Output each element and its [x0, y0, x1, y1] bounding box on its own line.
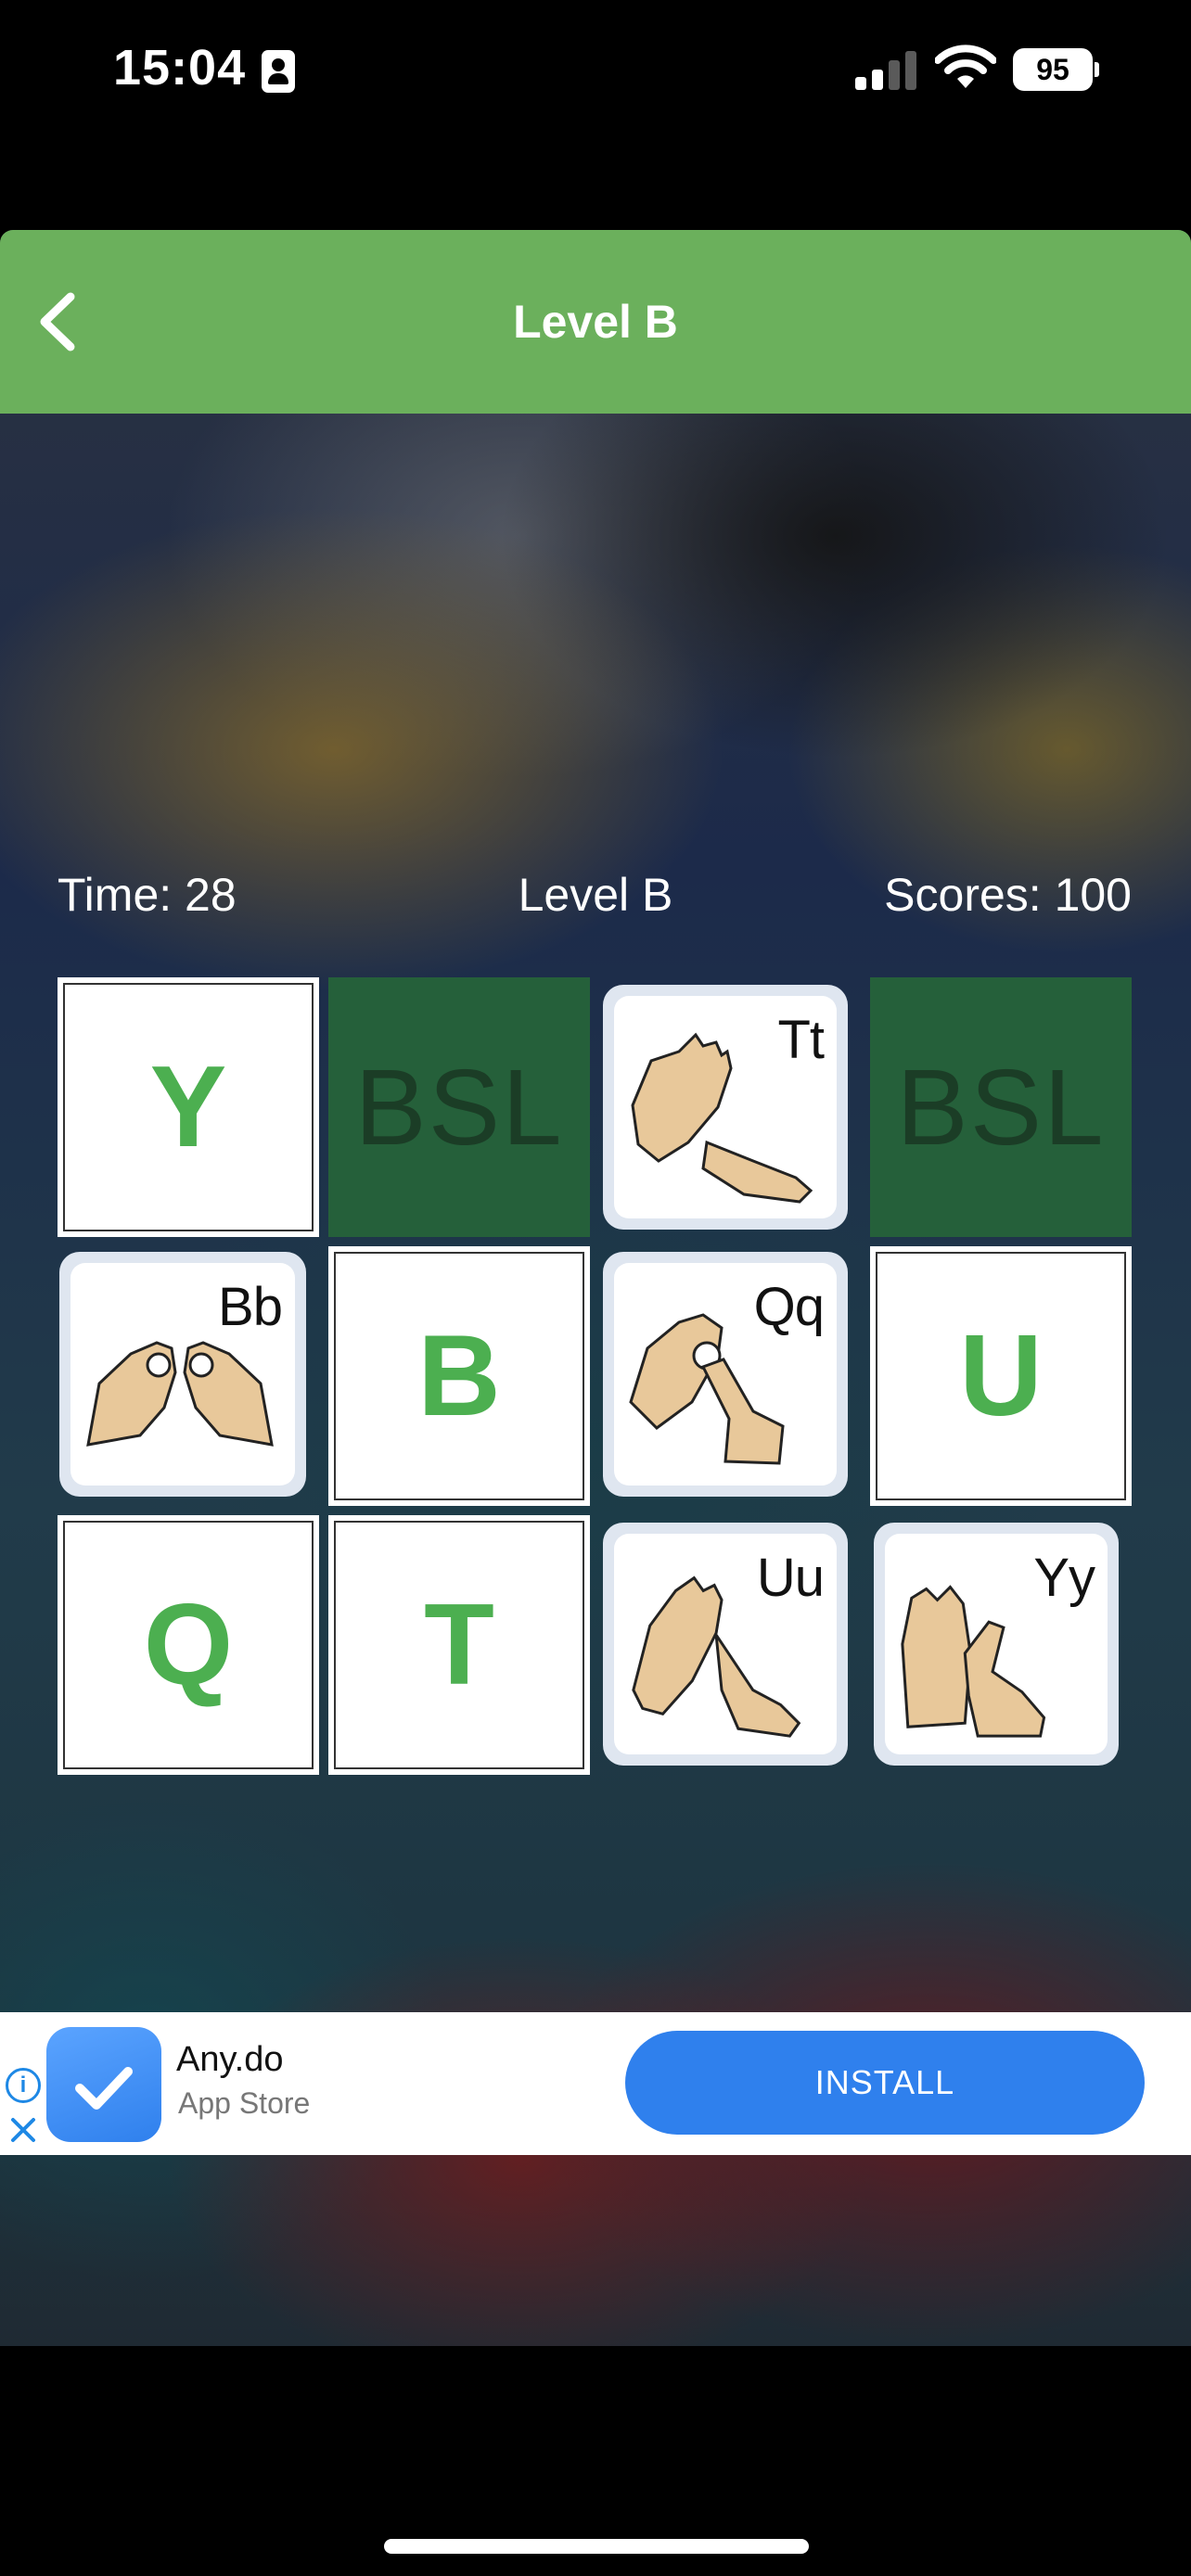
chevron-left-icon: [40, 292, 75, 351]
card-back-label: BSL: [896, 1047, 1106, 1167]
sign-card-label: Yy: [1033, 1548, 1095, 1608]
battery-icon: 95: [1013, 48, 1099, 91]
card-letter: B: [417, 1312, 501, 1440]
app-header: Level B: [0, 230, 1191, 414]
face-down-card[interactable]: BSL: [870, 977, 1132, 1237]
contact-card-icon: [262, 50, 295, 93]
ad-store-label: App Store: [178, 2086, 311, 2120]
status-bar: 15:04 95: [0, 0, 1191, 139]
card-back-label: BSL: [354, 1047, 564, 1167]
install-button[interactable]: INSTALL: [625, 2031, 1145, 2135]
sign-card-q[interactable]: Qq: [603, 1252, 848, 1497]
game-info-row: Time: 28 Level B Scores: 100: [0, 868, 1191, 924]
checkmark-icon: [75, 2067, 133, 2110]
sign-card-u[interactable]: Uu: [603, 1523, 848, 1766]
close-icon[interactable]: [6, 2112, 41, 2148]
ad-banner[interactable]: i Any.do App Store INSTALL: [0, 2012, 1191, 2155]
wifi-icon: [934, 45, 997, 91]
card-letter: Q: [143, 1581, 234, 1709]
ad-app-name: Any.do: [176, 2040, 284, 2079]
card-letter: U: [959, 1312, 1043, 1440]
status-time: 15:04: [113, 40, 247, 96]
page-title: Level B: [513, 296, 678, 348]
letter-card-y[interactable]: Y: [58, 977, 319, 1237]
score-label: Scores: 100: [884, 869, 1132, 921]
ad-app-icon[interactable]: [46, 2027, 161, 2142]
letter-card-b[interactable]: B: [328, 1246, 590, 1506]
sign-card-label: Uu: [756, 1548, 825, 1608]
sign-card-label: Tt: [777, 1010, 825, 1070]
info-icon[interactable]: i: [6, 2068, 41, 2103]
card-letter: T: [424, 1581, 494, 1709]
letter-card-t[interactable]: T: [328, 1515, 590, 1775]
letter-card-q[interactable]: Q: [58, 1515, 319, 1775]
card-letter: Y: [149, 1043, 227, 1171]
battery-level: 95: [1013, 48, 1093, 91]
sign-card-y[interactable]: Yy: [874, 1523, 1119, 1766]
sign-card-b[interactable]: Bb: [59, 1252, 306, 1497]
sign-card-label: Bb: [218, 1277, 283, 1337]
sign-card-label: Qq: [753, 1277, 825, 1337]
sign-card-t[interactable]: Tt: [603, 985, 848, 1230]
app-frame: Level B Time: 28 Level B Scores: 100 Y B…: [0, 230, 1191, 2346]
letter-card-u[interactable]: U: [870, 1246, 1132, 1506]
cellular-signal-icon: [855, 51, 916, 90]
face-down-card[interactable]: BSL: [328, 977, 590, 1237]
home-indicator[interactable]: [384, 2539, 809, 2554]
back-button[interactable]: [24, 280, 98, 363]
